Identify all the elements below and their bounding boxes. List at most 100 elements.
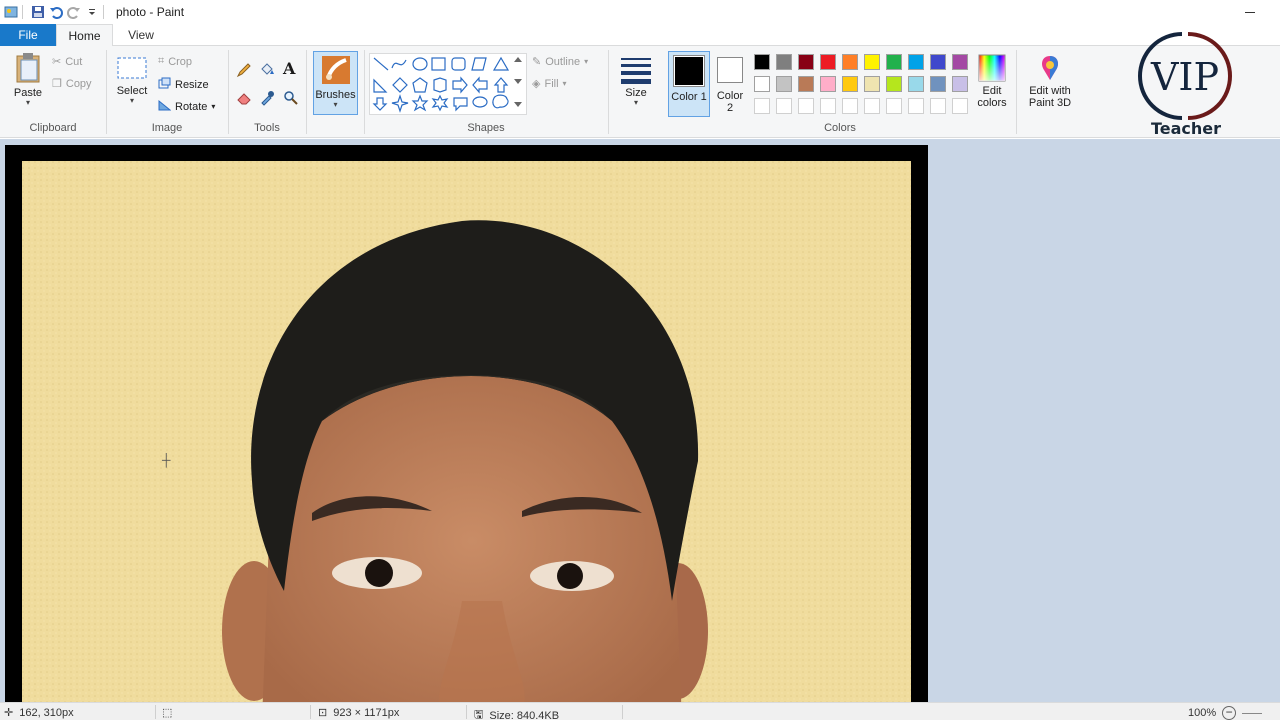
file-size-icon: 🖫 (474, 709, 484, 720)
size-button[interactable]: Size ▾ (614, 54, 658, 107)
color-picker-icon[interactable] (259, 90, 275, 109)
group-separator (306, 50, 307, 134)
save-icon[interactable] (31, 5, 45, 19)
colors-group-label: Colors (824, 122, 856, 134)
customize-quick-access-icon[interactable] (85, 5, 99, 19)
palette-color-swatch[interactable] (842, 76, 858, 92)
custom-color-slot[interactable] (908, 98, 924, 114)
color-spectrum-icon (978, 54, 1006, 82)
ribbon: Paste ▾ ✂ Cut ❐ Copy Clipboard Select ▾ … (0, 46, 1280, 138)
redo-icon[interactable] (67, 5, 81, 19)
color1-swatch-frame (673, 55, 705, 87)
ribbon-tabs: File Home View (0, 24, 1280, 47)
group-separator (1016, 50, 1017, 134)
clipboard-group-label: Clipboard (29, 122, 77, 134)
custom-color-slot[interactable] (886, 98, 902, 114)
palette-color-swatch[interactable] (798, 76, 814, 92)
size-dropdown-icon: ▾ (633, 98, 638, 107)
edit-colors-button[interactable]: Edit colors (972, 54, 1012, 109)
resize-button[interactable]: Resize (158, 77, 209, 92)
custom-color-slot[interactable] (798, 98, 814, 114)
palette-color-swatch[interactable] (842, 54, 858, 70)
paste-button[interactable]: Paste ▾ (8, 52, 48, 107)
palette-color-swatch[interactable] (864, 76, 880, 92)
custom-color-slot[interactable] (754, 98, 770, 114)
zoom-value: 100% (1188, 707, 1217, 719)
paste-icon (16, 53, 40, 83)
pencil-icon[interactable] (236, 62, 252, 81)
cursor-position-value: 162, 310px (19, 706, 74, 719)
palette-color-swatch[interactable] (798, 54, 814, 70)
custom-color-slot[interactable] (776, 98, 792, 114)
palette-color-swatch[interactable] (864, 54, 880, 70)
edit-colors-label: Edit colors (977, 85, 1007, 109)
rotate-button[interactable]: Rotate ▾ (158, 99, 215, 114)
fill-icon: ◈ (532, 78, 541, 90)
palette-color-swatch[interactable] (776, 54, 792, 70)
edit-with-paint3d-button[interactable]: Edit with Paint 3D (1022, 54, 1078, 109)
palette-color-swatch[interactable] (886, 54, 902, 70)
brush-icon (321, 56, 350, 84)
cursor-position: ✛ 162, 310px (4, 706, 74, 720)
copy-label: Copy (65, 77, 92, 90)
brushes-dropdown-icon: ▾ (333, 100, 338, 109)
custom-color-slot[interactable] (952, 98, 968, 114)
copy-icon: ❐ (52, 78, 62, 90)
palette-color-swatch[interactable] (776, 76, 792, 92)
fill-button[interactable]: ◈ Fill ▾ (532, 77, 567, 91)
crop-label: Crop (168, 55, 193, 68)
fill-bucket-icon[interactable] (259, 62, 275, 81)
tab-view[interactable]: View (116, 24, 166, 46)
crosshair-cursor-icon: ┼ (162, 453, 171, 467)
status-separator (155, 705, 156, 719)
tab-home[interactable]: Home (56, 24, 113, 47)
paste-dropdown-icon: ▾ (25, 98, 30, 107)
outline-label: Outline (545, 55, 581, 68)
palette-color-swatch[interactable] (952, 54, 968, 70)
paint-app-icon[interactable] (4, 5, 18, 19)
zoom-slider[interactable] (1242, 712, 1263, 714)
palette-color-swatch[interactable] (820, 54, 836, 70)
color2-button[interactable]: Color 2 (712, 51, 748, 117)
color1-button[interactable]: Color 1 (668, 51, 710, 117)
magnifier-icon[interactable] (283, 90, 299, 109)
custom-color-slot[interactable] (820, 98, 836, 114)
shapes-group-label: Shapes (467, 122, 505, 134)
tab-file[interactable]: File (0, 24, 56, 46)
undo-icon[interactable] (49, 5, 63, 19)
palette-color-swatch[interactable] (886, 76, 902, 92)
palette-color-swatch[interactable] (952, 76, 968, 92)
brushes-button[interactable]: Brushes ▾ (313, 51, 358, 115)
rotate-dropdown-icon: ▾ (211, 102, 216, 111)
palette-color-swatch[interactable] (754, 54, 770, 70)
outline-button[interactable]: ✎ Outline ▾ (532, 55, 588, 69)
file-size: 🖫 Size: 840.4KB (474, 706, 559, 720)
shapes-gallery[interactable] (369, 53, 527, 115)
palette-color-swatch[interactable] (754, 76, 770, 92)
selection-size: ⬚ (162, 706, 172, 719)
edit-with-paint3d-label: Edit with Paint 3D (1028, 85, 1072, 109)
palette-color-swatch[interactable] (930, 54, 946, 70)
custom-color-slot[interactable] (930, 98, 946, 114)
palette-color-swatch[interactable] (908, 54, 924, 70)
text-tool-icon[interactable]: A (283, 59, 295, 78)
status-separator (466, 705, 467, 719)
palette-color-swatch[interactable] (930, 76, 946, 92)
resize-icon (158, 77, 171, 92)
custom-color-slot[interactable] (864, 98, 880, 114)
rotate-label: Rotate (175, 100, 208, 113)
image-group-label: Image (151, 122, 183, 134)
cut-button[interactable]: ✂ Cut (52, 55, 83, 69)
palette-color-swatch[interactable] (908, 76, 924, 92)
custom-color-slot[interactable] (842, 98, 858, 114)
color2-swatch (719, 59, 741, 81)
drawing-canvas[interactable]: ┼ (5, 145, 928, 702)
minimize-button[interactable] (1242, 4, 1258, 20)
palette-color-swatch[interactable] (820, 76, 836, 92)
zoom-out-button[interactable]: − (1222, 706, 1237, 720)
crop-button[interactable]: ⌗ Crop (158, 55, 192, 68)
cut-label: Cut (65, 55, 83, 68)
eraser-icon[interactable] (236, 90, 252, 109)
copy-button[interactable]: ❐ Copy (52, 77, 92, 91)
select-button[interactable]: Select ▾ (112, 56, 152, 105)
